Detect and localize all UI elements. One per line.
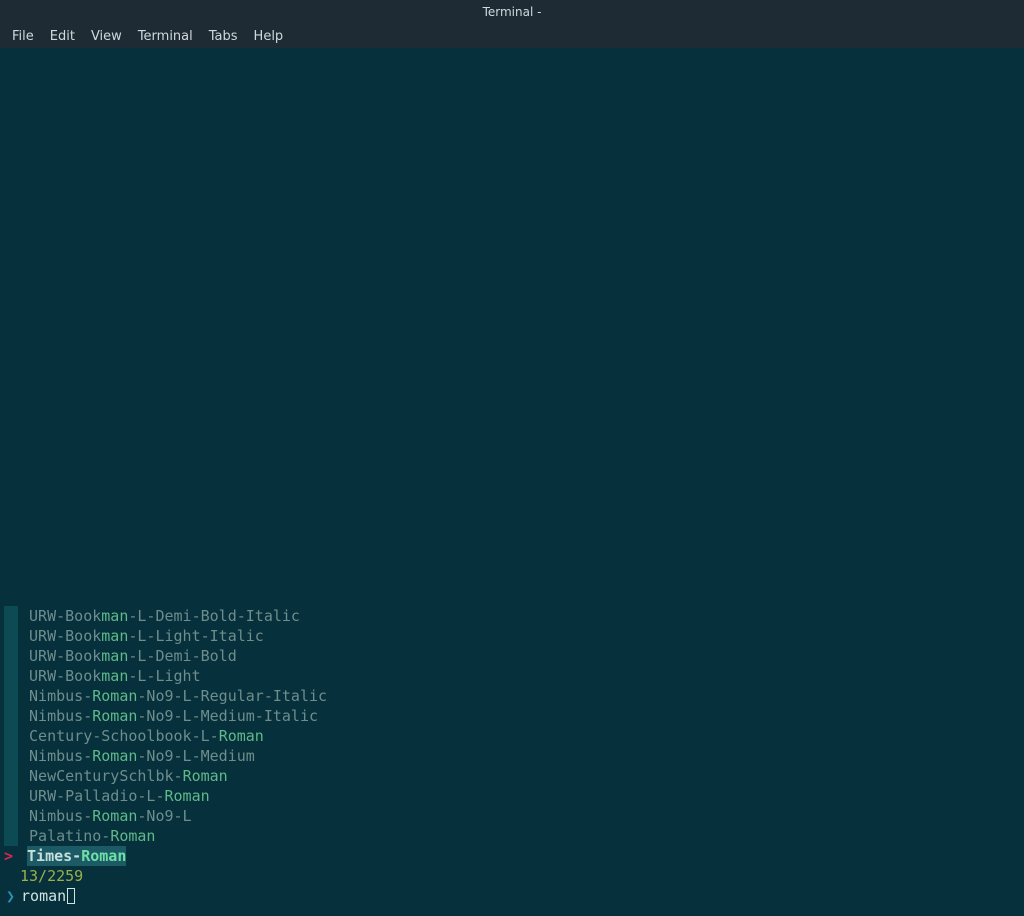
window-titlebar: Terminal - xyxy=(0,0,1024,24)
fzf-gutter xyxy=(4,606,18,626)
fzf-result-text: URW-Bookman-L-Demi-Bold-Italic xyxy=(29,606,300,626)
fzf-gutter xyxy=(4,746,18,766)
fzf-result-text: URW-Palladio-L-Roman xyxy=(29,786,210,806)
window-title: Terminal - xyxy=(483,5,542,19)
fzf-result-text: URW-Bookman-L-Demi-Bold xyxy=(29,646,237,666)
fzf-result-row[interactable]: Century-Schoolbook-L-Roman xyxy=(4,726,1018,746)
fzf-prompt-row[interactable]: ❯ roman xyxy=(4,886,1018,906)
fzf-gutter xyxy=(4,726,18,746)
fzf-result-row[interactable]: Nimbus-Roman-No9-L xyxy=(4,806,1018,826)
fzf-query-input[interactable]: roman xyxy=(21,886,66,906)
fzf-count: 13/2259 xyxy=(20,866,83,886)
fzf-result-row[interactable]: Palatino-Roman xyxy=(4,826,1018,846)
menu-terminal[interactable]: Terminal xyxy=(130,26,201,47)
fzf-result-row[interactable]: > Times-Roman xyxy=(4,846,1018,866)
fzf-prompt-icon: ❯ xyxy=(4,886,21,906)
fzf-result-row[interactable]: Nimbus-Roman-No9-L-Medium-Italic xyxy=(4,706,1018,726)
fzf-result-row[interactable]: URW-Palladio-L-Roman xyxy=(4,786,1018,806)
menu-file[interactable]: File xyxy=(4,26,42,47)
fzf-gutter xyxy=(4,666,18,686)
fzf-result-row[interactable]: Nimbus-Roman-No9-L-Medium xyxy=(4,746,1018,766)
fzf-gutter xyxy=(4,826,18,846)
fzf-gutter xyxy=(4,626,18,646)
menu-tabs[interactable]: Tabs xyxy=(201,26,246,47)
fzf-gutter xyxy=(4,646,18,666)
fzf-result-text: Nimbus-Roman-No9-L-Regular-Italic xyxy=(29,686,327,706)
menu-help[interactable]: Help xyxy=(246,26,292,47)
fzf-result-text: URW-Bookman-L-Light-Italic xyxy=(29,626,264,646)
text-cursor-icon xyxy=(67,888,75,904)
fzf-pointer-icon: > xyxy=(4,846,18,866)
fzf-gutter xyxy=(4,766,18,786)
fzf-pane: URW-Bookman-L-Demi-Bold-Italic URW-Bookm… xyxy=(0,606,1024,906)
fzf-gutter xyxy=(4,786,18,806)
menu-view[interactable]: View xyxy=(83,26,130,47)
fzf-results-list: URW-Bookman-L-Demi-Bold-Italic URW-Bookm… xyxy=(4,606,1018,866)
menubar: File Edit View Terminal Tabs Help xyxy=(0,24,1024,48)
fzf-result-row[interactable]: URW-Bookman-L-Demi-Bold-Italic xyxy=(4,606,1018,626)
fzf-result-row[interactable]: URW-Bookman-L-Light-Italic xyxy=(4,626,1018,646)
fzf-result-row[interactable]: URW-Bookman-L-Light xyxy=(4,666,1018,686)
terminal-viewport[interactable]: URW-Bookman-L-Demi-Bold-Italic URW-Bookm… xyxy=(0,48,1024,916)
fzf-result-text: Nimbus-Roman-No9-L-Medium xyxy=(29,746,255,766)
fzf-gutter xyxy=(4,806,18,826)
fzf-result-text: Nimbus-Roman-No9-L-Medium-Italic xyxy=(29,706,318,726)
fzf-count-row: 13/2259 xyxy=(4,866,1018,886)
fzf-gutter xyxy=(4,706,18,726)
fzf-gutter xyxy=(4,686,18,706)
fzf-result-text: Times-Roman xyxy=(27,846,126,866)
fzf-result-row[interactable]: Nimbus-Roman-No9-L-Regular-Italic xyxy=(4,686,1018,706)
fzf-result-text: NewCenturySchlbk-Roman xyxy=(29,766,228,786)
fzf-result-text: Nimbus-Roman-No9-L xyxy=(29,806,192,826)
menu-edit[interactable]: Edit xyxy=(42,26,83,47)
fzf-result-row[interactable]: NewCenturySchlbk-Roman xyxy=(4,766,1018,786)
fzf-result-text: Century-Schoolbook-L-Roman xyxy=(29,726,264,746)
fzf-result-text: Palatino-Roman xyxy=(29,826,155,846)
fzf-result-row[interactable]: URW-Bookman-L-Demi-Bold xyxy=(4,646,1018,666)
fzf-result-text: URW-Bookman-L-Light xyxy=(29,666,201,686)
